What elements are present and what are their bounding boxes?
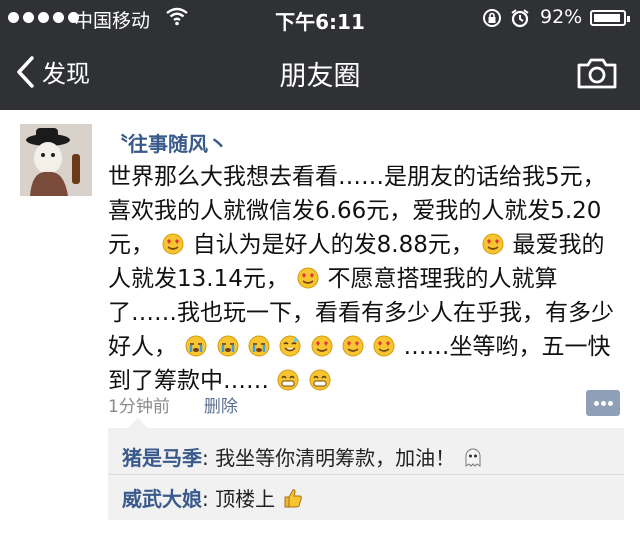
comment-text: 我坐等你清明筹款，加油！ [215,446,456,470]
post-text: 世界那么大我想去看看……是朋友的话给我5元，喜欢我的人就微信发6.66元，爱我的… [108,160,618,398]
grin-emoji-icon [277,369,299,391]
comment-separator: : [202,487,216,511]
comment-separator: : [202,446,216,470]
navigation-bar: 发现 朋友圈 [0,36,640,110]
crying-emoji-icon [248,335,270,357]
page-title: 朋友圈 [279,61,361,92]
battery-icon [590,10,630,26]
avatar[interactable] [20,124,92,196]
crying-emoji-icon [185,335,207,357]
post-username[interactable]: 〝往事随风丶 [108,128,228,157]
top-bar: 中国移动 下午6:11 92% 发现 朋友圈 [0,0,640,110]
post-text-part: 自认为是好人的发8.88元， [192,232,474,258]
comment-author[interactable]: 猪是马季 [122,446,202,470]
comments-panel: 猪是马季: 我坐等你清明筹款，加油！ 威武大娘: 顶楼上 [108,418,624,520]
comment-item[interactable]: 猪是马季: 我坐等你清明筹款，加油！ [122,442,485,471]
sweat-smile-emoji-icon [279,335,301,357]
heart-eyes-emoji-icon [311,335,333,357]
camera-icon[interactable] [576,56,618,90]
rotation-lock-icon [483,9,501,27]
comment-item[interactable]: 威武大娘: 顶楼上 [122,483,305,512]
ghost-emoji-icon [465,448,481,467]
alarm-icon [511,9,529,28]
crying-emoji-icon [217,335,239,357]
heart-eyes-emoji-icon [342,335,364,357]
heart-eyes-emoji-icon [482,233,504,255]
avatar-image [20,124,92,196]
status-bar: 中国移动 下午6:11 92% [0,0,640,36]
grin-emoji-icon [309,369,331,391]
post-time: 1分钟前 [108,397,170,417]
heart-eyes-emoji-icon [373,335,395,357]
thumbs-up-emoji-icon [284,489,303,508]
heart-eyes-emoji-icon [297,267,319,289]
comment-author[interactable]: 威武大娘 [122,487,202,511]
heart-eyes-emoji-icon [162,233,184,255]
post-meta: 1分钟前 删除 [108,392,238,417]
battery-percent: 92% [540,6,583,28]
comment-text: 顶楼上 [215,487,276,511]
comment-button[interactable] [586,390,620,416]
delete-link[interactable]: 删除 [204,397,238,417]
